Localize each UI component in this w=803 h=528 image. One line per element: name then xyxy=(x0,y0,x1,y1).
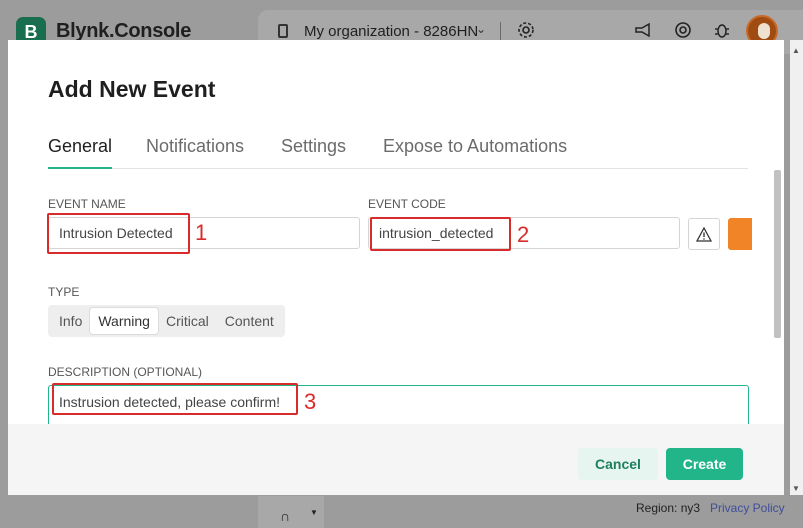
scrollbar-track[interactable] xyxy=(790,40,803,495)
avatar-face xyxy=(758,23,770,39)
type-option-warning[interactable]: Warning xyxy=(90,308,158,334)
modal-footer: Cancel Create xyxy=(8,424,784,495)
annotation-box-1 xyxy=(47,213,190,254)
help-lifebuoy-icon[interactable] xyxy=(673,20,693,40)
add-event-modal: Add New Event General Notifications Sett… xyxy=(8,40,784,495)
privacy-policy-link[interactable]: Privacy Policy xyxy=(710,501,785,515)
annotation-number-3: 3 xyxy=(304,389,317,414)
event-color-picker[interactable] xyxy=(728,218,752,250)
divider xyxy=(500,22,501,42)
scrollbar-thumb[interactable] xyxy=(774,170,781,338)
type-selector: Info Warning Critical Content xyxy=(48,305,285,337)
tab-notifications[interactable]: Notifications xyxy=(146,136,244,169)
region-label: Region: ny3 xyxy=(636,501,701,515)
megaphone-icon[interactable] xyxy=(633,20,653,40)
type-option-info[interactable]: Info xyxy=(51,308,90,334)
org-selector[interactable]: My organization - 8286HN xyxy=(304,23,478,40)
chevron-down-icon: ⌄ xyxy=(476,22,487,36)
description-label: DESCRIPTION (OPTIONAL) xyxy=(48,365,203,379)
tab-bar: General Notifications Settings Expose to… xyxy=(48,136,748,169)
device-icon[interactable]: ∩ xyxy=(280,508,290,524)
annotation-number-1: 1 xyxy=(195,220,208,245)
create-button[interactable]: Create xyxy=(666,448,743,480)
bug-icon[interactable] xyxy=(712,20,732,40)
warning-icon-button[interactable] xyxy=(688,218,720,250)
building-icon xyxy=(278,24,288,38)
tab-expose-to-automations[interactable]: Expose to Automations xyxy=(383,136,567,169)
tab-settings[interactable]: Settings xyxy=(281,136,346,169)
warning-triangle-icon xyxy=(696,226,712,242)
scroll-up-icon[interactable]: ▲ xyxy=(792,46,800,55)
tab-general[interactable]: General xyxy=(48,136,113,169)
event-code-label: EVENT CODE xyxy=(368,197,446,211)
caret-down-icon: ▼ xyxy=(310,508,318,517)
type-label: TYPE xyxy=(48,285,80,299)
annotation-number-2: 2 xyxy=(517,222,530,247)
annotation-box-2 xyxy=(370,217,511,251)
annotation-box-3 xyxy=(52,383,298,415)
event-name-label: EVENT NAME xyxy=(48,197,126,211)
type-option-content[interactable]: Content xyxy=(217,308,282,334)
cancel-button[interactable]: Cancel xyxy=(578,448,658,480)
gear-icon[interactable] xyxy=(516,20,536,40)
modal-title: Add New Event xyxy=(48,76,216,102)
type-option-critical[interactable]: Critical xyxy=(158,308,217,334)
scroll-down-icon[interactable]: ▼ xyxy=(792,484,800,493)
